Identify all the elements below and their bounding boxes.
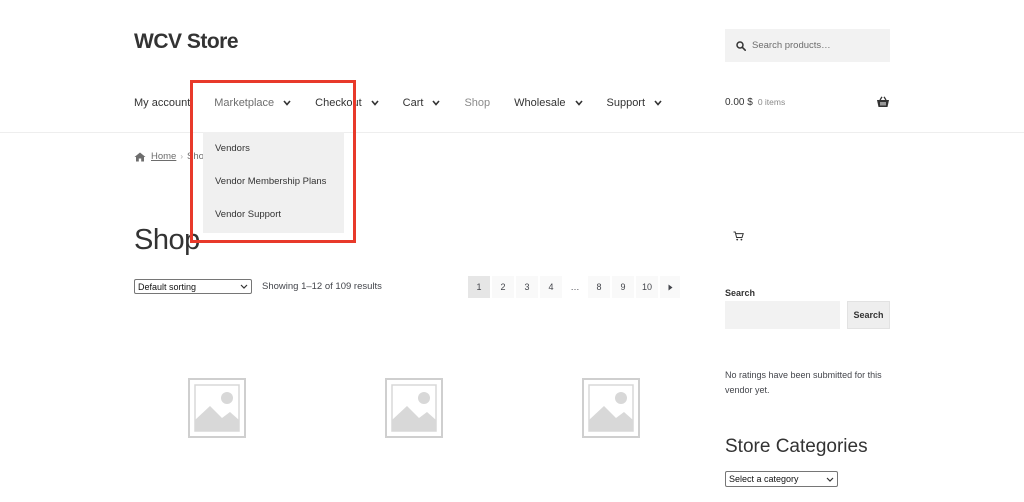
- search-placeholder: Search products…: [752, 40, 831, 51]
- product-placeholder-image[interactable]: [385, 378, 443, 438]
- page-2[interactable]: 2: [492, 276, 514, 298]
- highlight-annotation-box: [190, 80, 356, 243]
- nav-shop[interactable]: Shop: [464, 97, 490, 109]
- category-select[interactable]: Select a category: [725, 471, 838, 487]
- chevron-down-icon: [826, 477, 834, 482]
- cart-total: 0.00 $: [725, 97, 753, 108]
- vendor-ratings-note: No ratings have been submitted for this …: [725, 370, 882, 395]
- cart-icon[interactable]: [733, 231, 744, 241]
- store-categories-heading: Store Categories: [725, 436, 868, 457]
- chevron-down-icon: [574, 100, 583, 106]
- chevron-down-icon: [432, 100, 441, 106]
- page-4[interactable]: 4: [540, 276, 562, 298]
- page-8[interactable]: 8: [588, 276, 610, 298]
- site-title[interactable]: WCV Store: [134, 30, 239, 54]
- chevron-down-icon: [654, 100, 662, 106]
- page-3[interactable]: 3: [516, 276, 538, 298]
- nav-cart[interactable]: Cart: [403, 97, 441, 109]
- page-ellipsis: …: [570, 282, 580, 292]
- home-icon: [134, 152, 146, 161]
- sidebar-search-label: Search: [725, 288, 756, 298]
- chevron-down-icon: [371, 100, 379, 106]
- product-search-input[interactable]: Search products…: [725, 29, 890, 62]
- category-selected-value: Select a category: [729, 474, 799, 484]
- nav-shop-label: Shop: [464, 97, 491, 109]
- sidebar-search-button[interactable]: Search: [847, 301, 890, 329]
- nav-my-account-label: My account: [134, 97, 191, 109]
- sorting-select[interactable]: Default sorting: [134, 279, 252, 294]
- nav-wholesale-label: Wholesale: [514, 97, 566, 109]
- header-cart-summary[interactable]: 0.00 $ 0 items: [725, 97, 785, 108]
- product-placeholder-image[interactable]: [582, 378, 640, 438]
- basket-icon[interactable]: [876, 96, 890, 108]
- breadcrumb-separator: ›: [180, 152, 184, 161]
- result-count: Showing 1–12 of 109 results: [262, 281, 382, 292]
- chevron-down-icon: [240, 284, 248, 289]
- product-placeholder-image[interactable]: [188, 378, 246, 438]
- page-10[interactable]: 10: [636, 276, 658, 298]
- page-9[interactable]: 9: [612, 276, 634, 298]
- search-icon: [736, 40, 746, 51]
- pagination: 1 2 3 4 … 8 9 10: [468, 276, 682, 298]
- page-1[interactable]: 1: [468, 276, 490, 298]
- nav-cart-label: Cart: [402, 97, 424, 109]
- cart-item-count: 0 items: [757, 97, 786, 107]
- sidebar-search-input[interactable]: [725, 301, 840, 329]
- nav-wholesale[interactable]: Wholesale: [514, 97, 583, 109]
- nav-support-label: Support: [606, 97, 646, 109]
- sorting-selected-value: Default sorting: [138, 281, 197, 292]
- breadcrumb-home-link[interactable]: Home: [151, 151, 176, 162]
- caret-right-icon: [668, 284, 672, 290]
- nav-support[interactable]: Support: [607, 97, 663, 109]
- header-divider: [0, 132, 1024, 133]
- next-page-button[interactable]: [660, 276, 680, 298]
- nav-my-account[interactable]: My account: [134, 97, 190, 109]
